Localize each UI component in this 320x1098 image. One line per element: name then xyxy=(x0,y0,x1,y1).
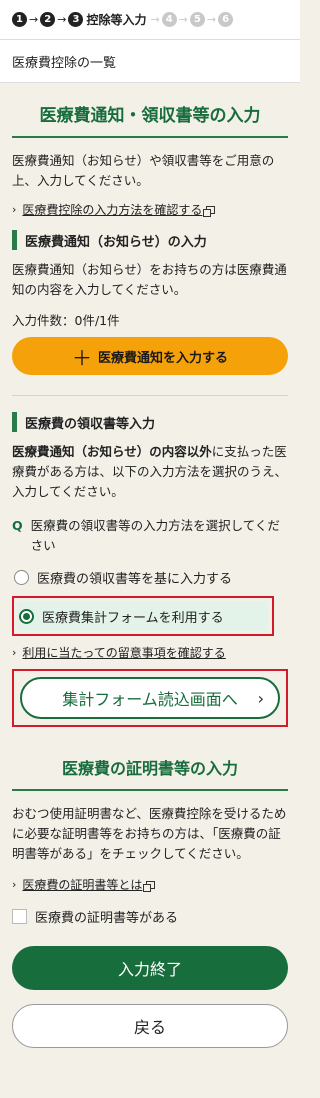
step-3-circle: 3 xyxy=(68,12,84,27)
step-5-circle: 5 xyxy=(189,12,205,27)
cert-checkbox-label: 医療費の証明書等がある xyxy=(35,911,179,926)
radio-option-receipts-label: 医療費の領収書等を基に入力する xyxy=(37,571,233,587)
step-6: 6 xyxy=(218,12,234,27)
cert-info-link-text: 医療費の証明書等とは xyxy=(22,878,143,892)
cert-checkbox-row[interactable]: 医療費の証明書等がある xyxy=(12,907,288,926)
radio-option-form[interactable]: 医療費集計フォームを利用する xyxy=(17,601,268,631)
form-load-button-label: 集計フォーム読込画面へ xyxy=(62,690,238,709)
checkbox[interactable] xyxy=(12,909,27,924)
arrow-icon: → xyxy=(57,13,67,26)
chevron-right-icon: › xyxy=(257,688,264,708)
step-1: 1 → xyxy=(12,12,40,27)
cert-text: おむつ使用証明書など、医療費控除を受けるために必要な証明書等をお持ちの方は、「医… xyxy=(12,806,287,861)
arrow-icon: → xyxy=(178,13,188,26)
arrow-icon: → xyxy=(150,13,160,26)
radio-button-checked[interactable] xyxy=(19,608,34,624)
question-row: Q 医療費の領収書等の入力方法を選択してください xyxy=(12,516,288,556)
step-3: 3 控除等入力 → xyxy=(68,11,161,28)
notice-intro-text: 医療費通知（お知らせ）や領収書等をご用意の上、入力してください。 xyxy=(12,153,275,188)
header: 1 → 2 → 3 控除等入力 → 4 → 5 → 6 医療費控除の一覧 xyxy=(0,0,300,83)
external-window-icon xyxy=(143,880,156,892)
chevron-right-icon: › xyxy=(12,646,17,659)
input-notice-button-label: 医療費通知を入力する xyxy=(97,350,228,366)
step-1-circle: 1 xyxy=(12,12,27,27)
receipt-subheading-text: 医療費の領収書等入力 xyxy=(25,416,156,432)
step-4: 4 → xyxy=(161,12,190,27)
how-to-input-link[interactable]: › 医療費控除の入力方法を確認する xyxy=(12,201,288,218)
step-2: 2 → xyxy=(40,12,68,27)
cert-info-link[interactable]: › 医療費の証明書等とは xyxy=(12,876,288,893)
heading-bar xyxy=(12,230,17,250)
receipt-subheading: 医療費の領収書等入力 xyxy=(12,412,288,432)
form-load-button[interactable]: 集計フォーム読込画面へ › xyxy=(20,677,280,719)
question-mark: Q xyxy=(12,518,23,533)
step-5: 5 → xyxy=(189,12,218,27)
input-count: 入力件数：0件/1件 xyxy=(12,313,120,328)
arrow-icon: → xyxy=(29,13,39,26)
input-notice-button[interactable]: ＋ 医療費通知を入力する xyxy=(12,337,288,375)
highlight-form-button: 集計フォーム読込画面へ › xyxy=(12,669,288,727)
plus-icon: ＋ xyxy=(71,345,92,370)
radio-button[interactable] xyxy=(14,569,29,585)
highlight-selected-option: 医療費集計フォームを利用する xyxy=(12,596,274,636)
notice-section-title: 医療費通知・領収書等の入力 xyxy=(39,106,261,126)
external-window-icon xyxy=(203,205,216,217)
section-divider xyxy=(12,136,288,138)
divider xyxy=(12,395,288,396)
breadcrumb: 医療費控除の一覧 xyxy=(0,40,300,83)
step-2-circle: 2 xyxy=(40,12,56,27)
step-indicator: 1 → 2 → 3 控除等入力 → 4 → 5 → 6 xyxy=(0,0,300,40)
step-6-circle: 6 xyxy=(218,12,234,27)
finish-input-button[interactable]: 入力終了 xyxy=(12,946,288,990)
question-text: 医療費の領収書等の入力方法を選択してください xyxy=(30,518,280,553)
receipt-text-bold: 医療費通知（お知らせ）の内容以外 xyxy=(12,444,212,459)
notice-subheading-text: 医療費通知（お知らせ）の入力 xyxy=(25,234,207,250)
notice-subheading: 医療費通知（お知らせ）の入力 xyxy=(12,230,288,250)
cert-section-title: 医療費の証明書等の入力 xyxy=(61,759,238,778)
step-4-circle: 4 xyxy=(161,12,177,27)
usage-notes-link-text: 利用に当たっての留意事項を確認する xyxy=(22,646,226,660)
section-divider xyxy=(12,789,288,791)
back-button[interactable]: 戻る xyxy=(12,1004,288,1048)
chevron-right-icon: › xyxy=(12,203,17,216)
arrow-icon: → xyxy=(206,13,217,26)
usage-notes-link[interactable]: › 利用に当たっての留意事項を確認する xyxy=(12,644,288,661)
chevron-right-icon: › xyxy=(12,878,17,891)
main-content: 医療費通知・領収書等の入力 医療費通知（お知らせ）や領収書等をご用意の上、入力し… xyxy=(0,83,300,1048)
radio-option-receipts[interactable]: 医療費の領収書等を基に入力する xyxy=(12,564,288,590)
receipt-text: 医療費通知（お知らせ）の内容以外に支払った医療費がある方は、以下の入力方法を選択… xyxy=(12,442,288,502)
heading-bar xyxy=(12,412,17,432)
notice-text: 医療費通知（お知らせ）をお持ちの方は医療費通知の内容を入力してください。 xyxy=(12,262,287,297)
radio-option-form-label: 医療費集計フォームを利用する xyxy=(42,610,224,626)
step-3-label: 控除等入力 xyxy=(86,13,147,27)
how-to-input-link-text: 医療費控除の入力方法を確認する xyxy=(22,203,203,217)
